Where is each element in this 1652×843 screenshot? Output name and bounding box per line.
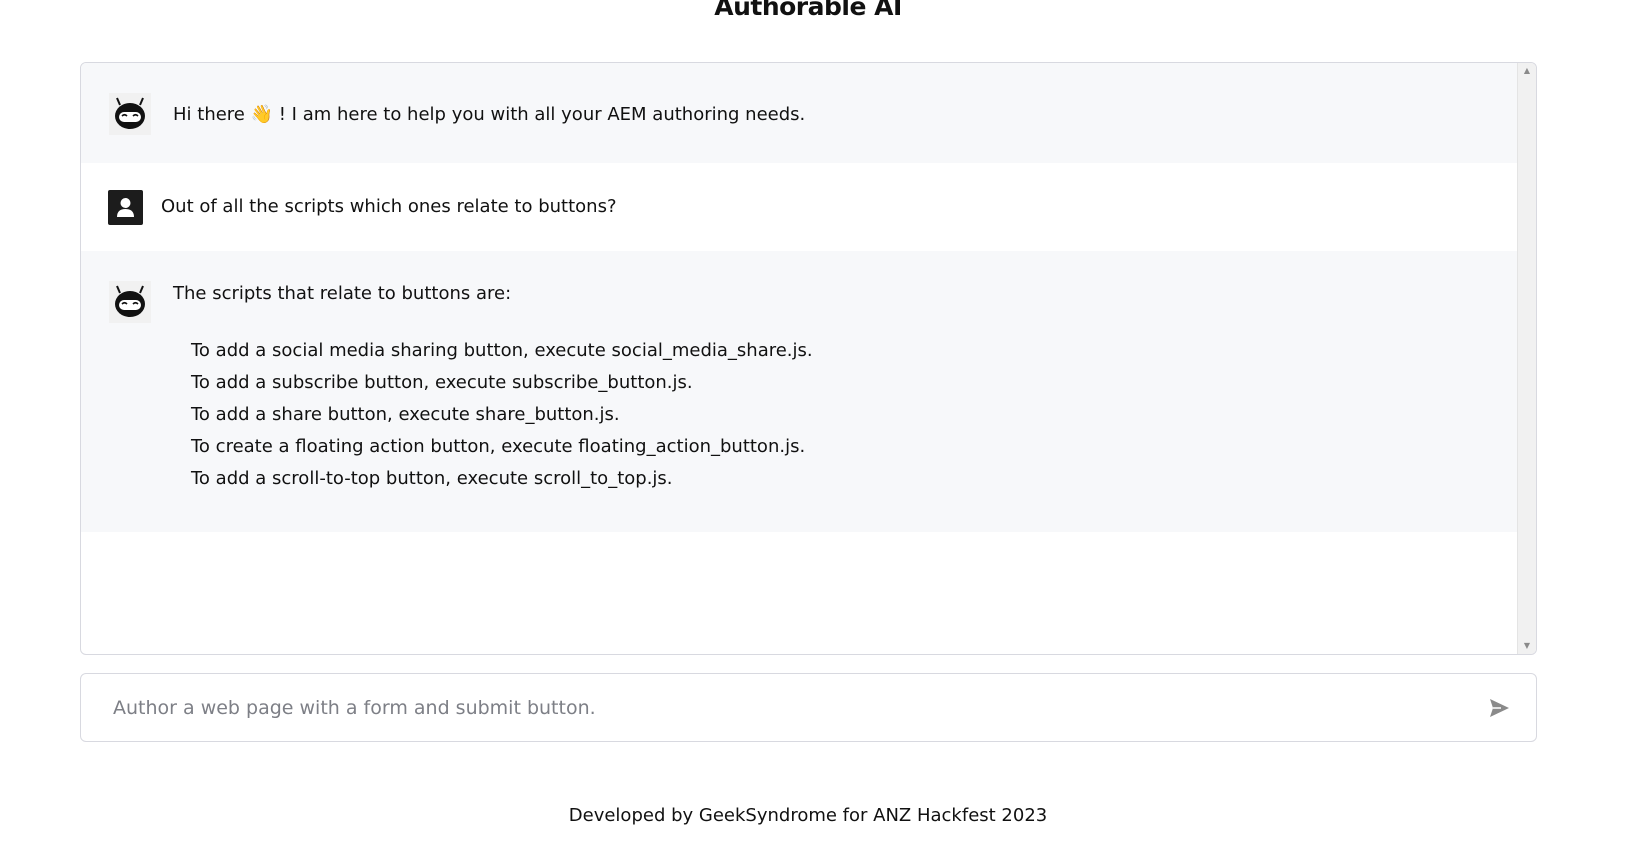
bot-message: The scripts that relate to buttons are: … xyxy=(81,251,1518,532)
list-item: To add a scroll-to-top button, execute s… xyxy=(191,468,673,489)
message-list: Hi there 👋 ! I am here to help you with … xyxy=(81,63,1518,654)
message-text: Out of all the scripts which ones relate… xyxy=(161,196,617,217)
scroll-down-arrow-icon[interactable]: ▼ xyxy=(1518,638,1536,654)
bot-message: Hi there 👋 ! I am here to help you with … xyxy=(81,63,1518,163)
list-item: To add a share button, execute share_but… xyxy=(191,404,620,425)
robot-icon xyxy=(109,93,151,135)
message-text: The scripts that relate to buttons are: xyxy=(173,283,512,304)
scrollbar[interactable]: ▲ ▼ xyxy=(1517,63,1536,654)
send-icon xyxy=(1490,699,1509,717)
script-list: To add a social media sharing button, ex… xyxy=(191,335,813,495)
list-item: To add a social media sharing button, ex… xyxy=(191,340,813,361)
chat-panel: Hi there 👋 ! I am here to help you with … xyxy=(80,62,1537,655)
user-icon xyxy=(108,190,143,225)
robot-icon xyxy=(109,281,151,323)
user-message: Out of all the scripts which ones relate… xyxy=(81,163,1518,251)
list-item: To add a subscribe button, execute subsc… xyxy=(191,372,693,393)
list-item: To create a floating action button, exec… xyxy=(191,436,806,457)
message-text: Hi there 👋 ! I am here to help you with … xyxy=(173,104,806,125)
page-title: Authorable AI xyxy=(714,0,902,21)
send-button[interactable] xyxy=(1485,694,1513,722)
prompt-input[interactable] xyxy=(111,688,1455,728)
footer-credit: Developed by GeekSyndrome for ANZ Hackfe… xyxy=(568,805,1048,826)
prompt-box xyxy=(80,673,1537,742)
scroll-up-arrow-icon[interactable]: ▲ xyxy=(1518,63,1536,79)
